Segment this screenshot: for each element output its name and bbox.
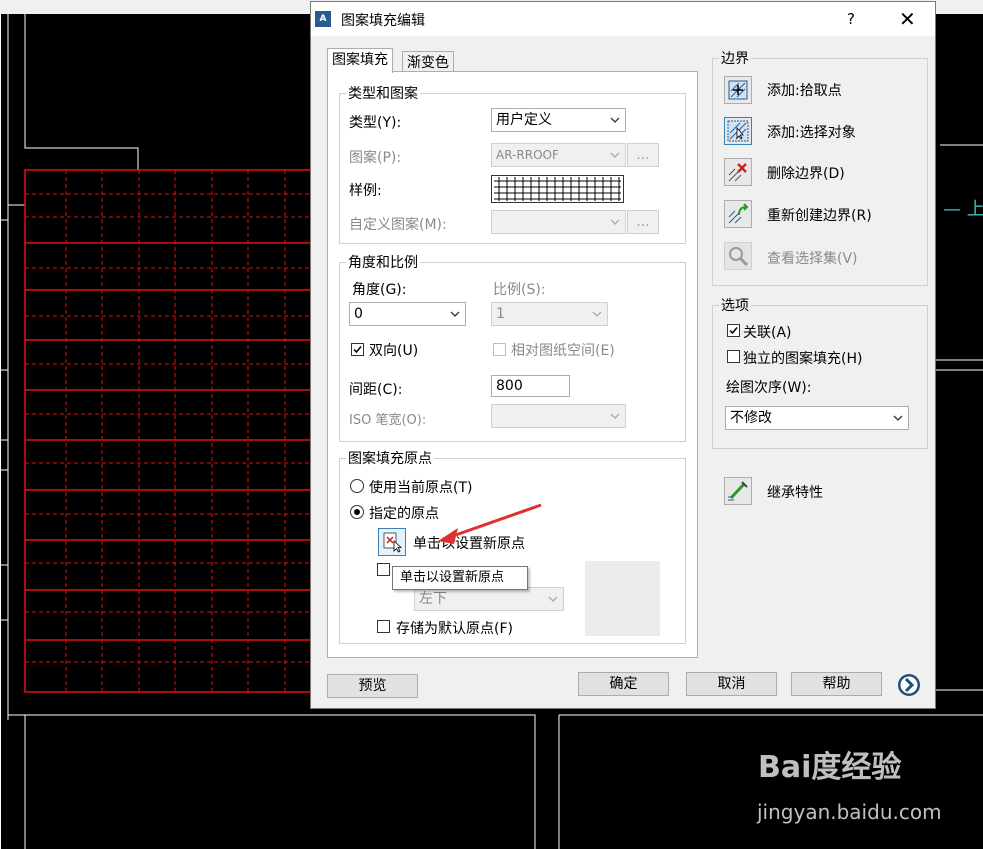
- chevron-down-icon: [610, 117, 620, 123]
- custom-pattern-label: 自定义图案(M):: [349, 217, 447, 233]
- remove-boundaries-label: 删除边界(D): [767, 166, 845, 182]
- store-default-origin-checkbox[interactable]: [377, 620, 390, 633]
- angle-combo[interactable]: 0: [349, 302, 466, 326]
- separate-hatches-checkbox[interactable]: [727, 350, 740, 363]
- store-default-origin-label: 存储为默认原点(F): [396, 621, 513, 637]
- spacing-input[interactable]: 800: [491, 375, 570, 397]
- remove-boundaries-button[interactable]: [724, 158, 752, 186]
- draw-order-value: 不修改: [730, 410, 772, 426]
- use-current-origin-radio[interactable]: [350, 479, 364, 493]
- chevron-down-icon: [592, 311, 602, 317]
- pattern-dropdown[interactable]: AR-RROOF: [491, 143, 626, 167]
- pattern-browse-button[interactable]: ...: [627, 143, 659, 167]
- title-bar: A 图案填充编辑 ? ✕: [311, 2, 935, 36]
- view-selections-button[interactable]: [724, 242, 752, 270]
- relative-paperspace-label: 相对图纸空间(E): [511, 343, 615, 359]
- specified-origin-radio[interactable]: [350, 505, 364, 519]
- type-value: 用户定义: [496, 112, 552, 128]
- add-select-objects-button[interactable]: [724, 117, 752, 145]
- magnifier-icon: [729, 247, 749, 267]
- options-legend: 选项: [721, 298, 749, 314]
- radio-dot: [354, 509, 360, 515]
- hatch-swatch[interactable]: [491, 175, 624, 203]
- chevron-down-icon: [893, 415, 903, 421]
- chevron-down-icon: [610, 413, 620, 419]
- bottom-left-value: 左下: [419, 591, 447, 607]
- relative-paperspace-checkbox[interactable]: [493, 343, 506, 356]
- remove-boundaries-icon: [728, 163, 747, 182]
- hatch-edit-dialog: A 图案填充编辑 ? ✕ 图案填充 渐变色 类型和图案 类型(Y): 用户定义 …: [310, 1, 936, 709]
- custom-pattern-dropdown[interactable]: [491, 210, 626, 234]
- inherit-properties-button[interactable]: [724, 477, 752, 505]
- recreate-boundary-icon: [728, 203, 749, 224]
- preview-button[interactable]: 预览: [327, 674, 418, 698]
- double-checkbox[interactable]: [351, 343, 364, 356]
- type-dropdown[interactable]: 用户定义: [491, 108, 626, 132]
- double-label: 双向(U): [369, 343, 419, 359]
- more-options-button[interactable]: [896, 672, 922, 698]
- tab-hatch[interactable]: 图案填充: [327, 48, 393, 73]
- swatch-label: 样例:: [349, 183, 382, 199]
- chevron-down-icon: [548, 596, 558, 602]
- spacing-label: 间距(C):: [349, 382, 403, 398]
- pattern-label: 图案(P):: [349, 150, 402, 166]
- cancel-button[interactable]: 取消: [686, 672, 777, 696]
- click-set-origin-label: 单击以设置新原点: [413, 536, 525, 552]
- paintbrush-icon: [728, 481, 748, 501]
- pattern-value: AR-RROOF: [496, 148, 559, 162]
- associative-label: 关联(A): [743, 325, 792, 341]
- angle-scale-legend: 角度和比例: [348, 255, 418, 271]
- close-button[interactable]: ✕: [899, 7, 916, 31]
- set-origin-button[interactable]: [378, 528, 406, 556]
- use-current-origin-label: 使用当前原点(T): [369, 480, 473, 496]
- add-pick-points-button[interactable]: [724, 76, 752, 104]
- angle-label: 角度(G):: [352, 282, 407, 298]
- scale-combo[interactable]: 1: [491, 302, 608, 326]
- iso-pen-label: ISO 笔宽(O):: [349, 413, 427, 428]
- angle-value: 0: [354, 306, 363, 322]
- pick-points-icon: [728, 80, 748, 100]
- inherit-properties-label: 继承特性: [767, 485, 823, 501]
- recreate-boundary-button[interactable]: [724, 200, 752, 228]
- dialog-title: 图案填充编辑: [341, 13, 425, 29]
- default-to-boundary-checkbox[interactable]: [377, 563, 390, 576]
- scale-value: 1: [496, 306, 505, 322]
- tab-gradient[interactable]: 渐变色: [402, 51, 454, 72]
- app-icon: A: [315, 11, 331, 27]
- click-set-origin-icon: [383, 532, 403, 553]
- draw-order-dropdown[interactable]: 不修改: [725, 406, 909, 430]
- specified-origin-label: 指定的原点: [369, 506, 439, 522]
- help-button[interactable]: 帮助: [791, 672, 882, 696]
- select-objects-icon: [727, 120, 749, 142]
- recreate-boundary-label: 重新创建边界(R): [767, 208, 872, 224]
- draw-order-label: 绘图次序(W):: [726, 380, 812, 396]
- iso-pen-dropdown[interactable]: [491, 404, 626, 428]
- ok-button[interactable]: 确定: [578, 672, 669, 696]
- boundaries-legend: 边界: [721, 51, 749, 67]
- checkmark-icon: [729, 327, 738, 335]
- type-pattern-legend: 类型和图案: [348, 86, 418, 102]
- add-pick-points-label: 添加:拾取点: [767, 83, 842, 99]
- scale-label: 比例(S):: [493, 282, 546, 298]
- chevron-down-icon: [450, 311, 460, 317]
- tooltip: 单击以设置新原点: [392, 566, 528, 590]
- chevron-down-icon: [610, 152, 620, 158]
- view-selections-label: 查看选择集(V): [767, 251, 858, 267]
- checkmark-icon: [353, 346, 362, 354]
- associative-checkbox[interactable]: [727, 324, 740, 337]
- hatch-origin-legend: 图案填充原点: [348, 451, 432, 467]
- chevron-down-icon: [610, 219, 620, 225]
- custom-browse-button[interactable]: ...: [627, 210, 659, 234]
- add-select-objects-label: 添加:选择对象: [767, 125, 856, 141]
- watermark-url: jingyan.baidu.com: [757, 800, 942, 824]
- cad-text-fragment: — 上: [943, 199, 983, 220]
- help-title-button[interactable]: ?: [847, 10, 855, 28]
- watermark-brand: Bai度经验: [758, 750, 902, 785]
- separate-hatches-label: 独立的图案填充(H): [743, 351, 863, 367]
- type-label: 类型(Y):: [349, 115, 402, 131]
- bottom-left-dropdown[interactable]: 左下: [414, 587, 564, 611]
- origin-preview-box: [585, 561, 660, 636]
